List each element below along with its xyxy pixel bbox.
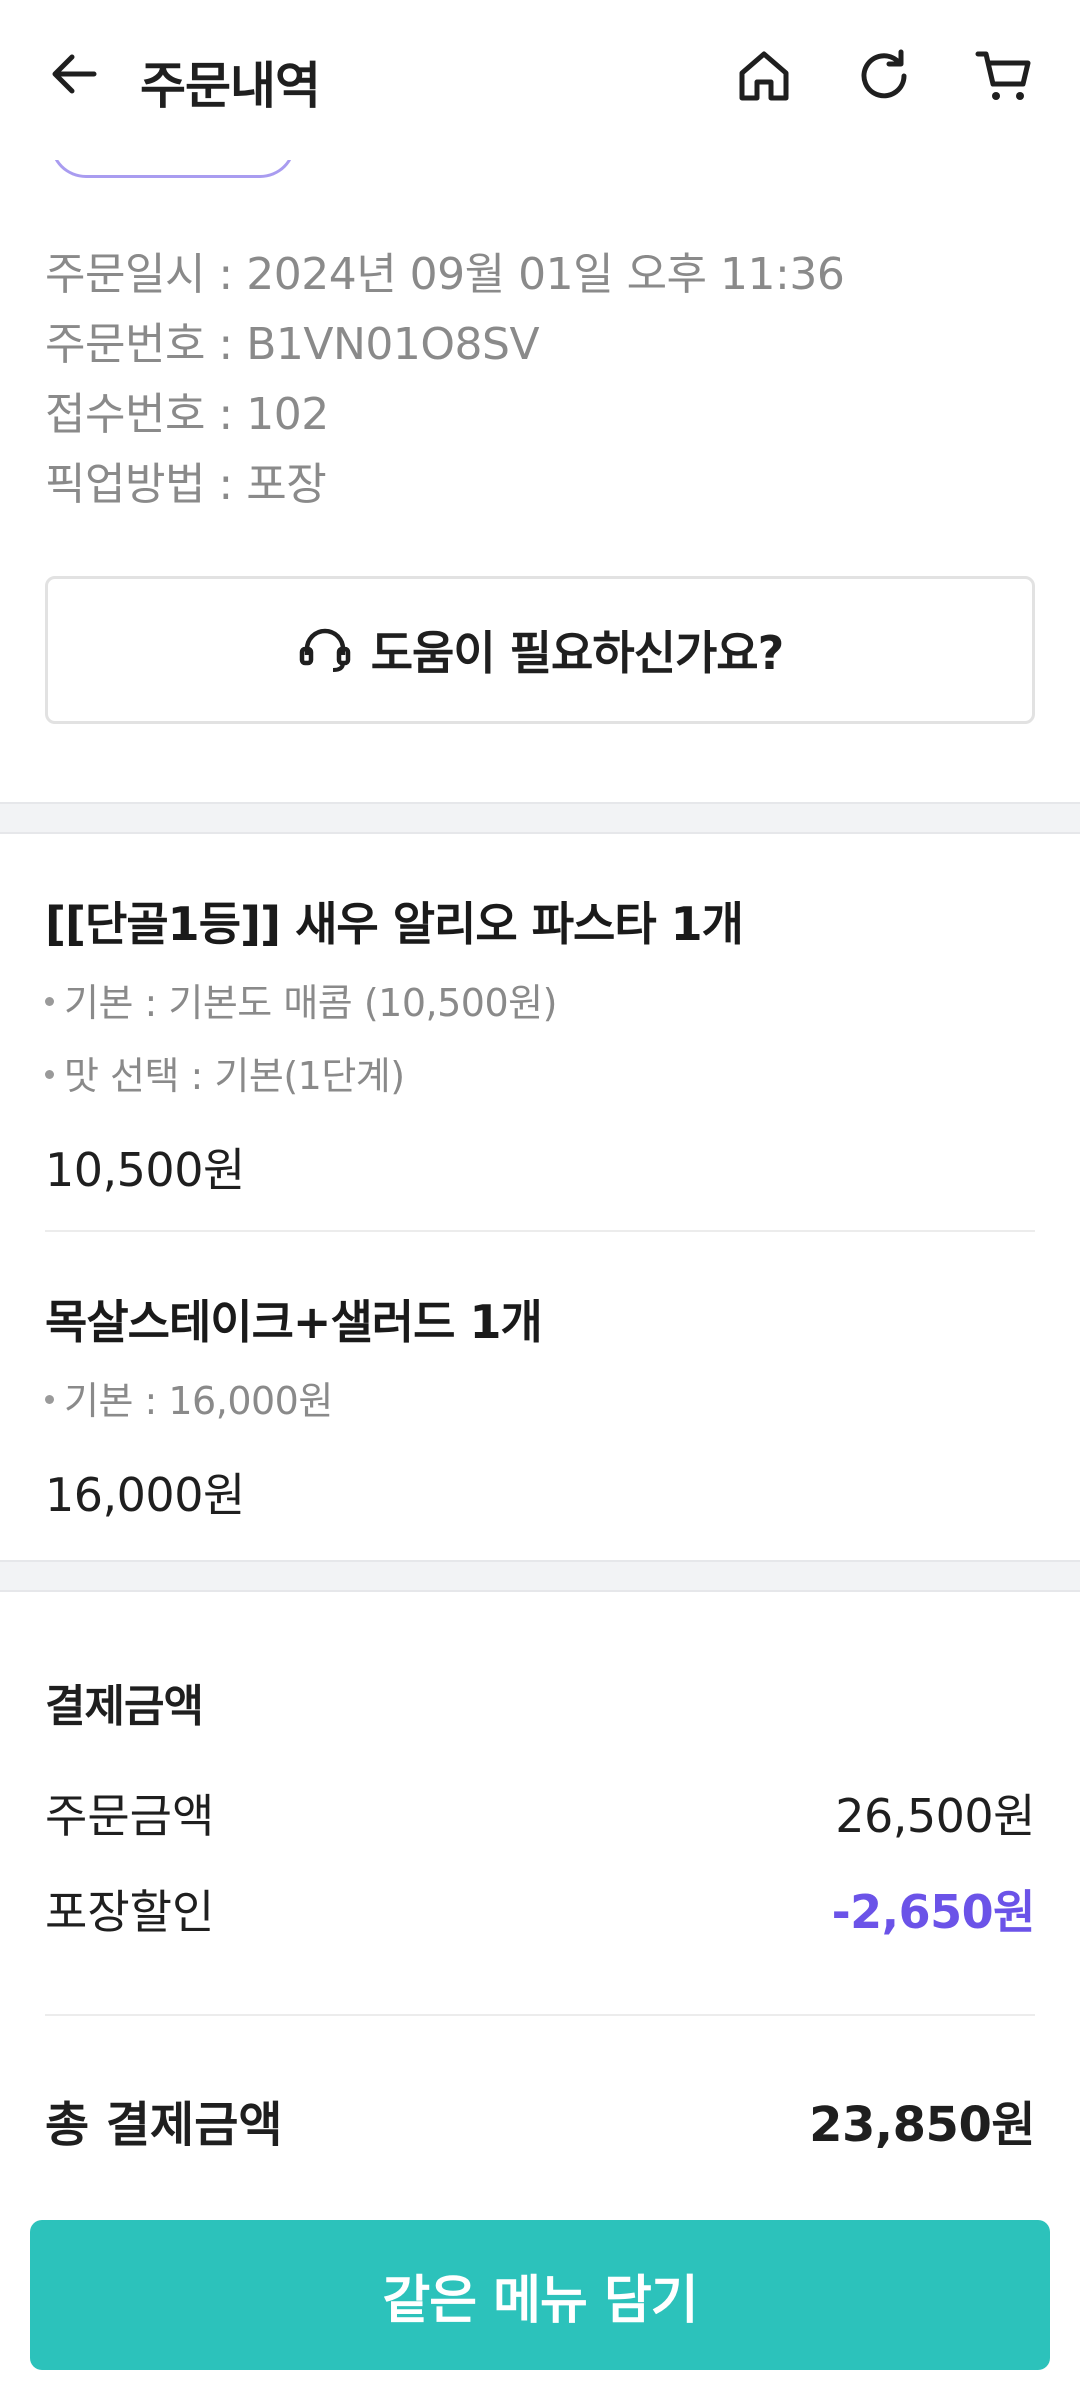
order-datetime: 주문일시 : 2024년 09월 01일 오후 11:36 (45, 249, 845, 300)
item-price: 10,500원 (45, 1143, 245, 1197)
help-button[interactable]: 도움이 필요하신가요? (45, 576, 1035, 724)
help-button-label: 도움이 필요하신가요? (370, 626, 785, 680)
refresh-icon (861, 49, 907, 99)
cart-icon (975, 51, 1031, 100)
total-label: 총 결제금액 (45, 2097, 283, 2153)
order-item: [[단골1등]] 새우 알리오 파스타 1개 기본 : 기본도 매콤 (10,5… (45, 888, 1035, 1200)
app-header: 주문내역 (0, 0, 1080, 160)
section-divider (0, 802, 1080, 834)
reorder-button-label: 같은 메뉴 담기 (382, 2270, 698, 2331)
order-amount-label: 주문금액 (45, 1789, 215, 1843)
discount-label: 포장할인 (45, 1885, 215, 1939)
payment-title: 결제금액 (45, 1681, 204, 1732)
refresh-button[interactable] (852, 44, 916, 108)
order-amount-row: 주문금액 26,500원 (45, 1780, 1035, 1846)
order-number: 주문번호 : B1VN01O8SV (45, 319, 540, 370)
back-button[interactable] (44, 44, 104, 104)
item-divider (45, 1230, 1035, 1232)
section-divider (0, 1560, 1080, 1592)
home-button[interactable] (732, 44, 796, 108)
total-value: 23,850원 (809, 2097, 1035, 2153)
pickup-method: 픽업방법 : 포장 (45, 459, 327, 510)
reorder-same-menu-button[interactable]: 같은 메뉴 담기 (30, 2220, 1050, 2370)
order-item: 목살스테이크+샐러드 1개 기본 : 16,000원 16,000원 (45, 1286, 1035, 1525)
item-name: 목살스테이크+샐러드 1개 (45, 1295, 543, 1349)
discount-value: -2,650원 (831, 1885, 1036, 1939)
item-option: 기본 : 기본도 매콤 (10,500원) (45, 972, 1035, 1027)
order-detail-page: 주문내역 주문일시 : 2024년 09월 01일 오후 11:36 주문번호 … (0, 0, 1080, 2400)
order-amount-value: 26,500원 (835, 1789, 1035, 1843)
item-name: [[단골1등]] 새우 알리오 파스타 1개 (45, 897, 744, 951)
item-option: 맛 선택 : 기본(1단계) (45, 1045, 1035, 1100)
total-row: 총 결제금액 23,850원 (45, 2085, 1035, 2155)
item-price: 16,000원 (45, 1468, 245, 1522)
page-title: 주문내역 (140, 57, 321, 115)
cart-button[interactable] (972, 44, 1036, 108)
order-info: 주문일시 : 2024년 09월 01일 오후 11:36 주문번호 : B1V… (45, 240, 845, 520)
back-arrow-icon (52, 54, 97, 94)
headset-icon (299, 628, 350, 672)
payment-divider (45, 2014, 1035, 2016)
item-option: 기본 : 16,000원 (45, 1370, 1035, 1425)
receipt-number: 접수번호 : 102 (45, 389, 329, 440)
home-icon (739, 51, 789, 101)
discount-row: 포장할인 -2,650원 (45, 1876, 1036, 1942)
